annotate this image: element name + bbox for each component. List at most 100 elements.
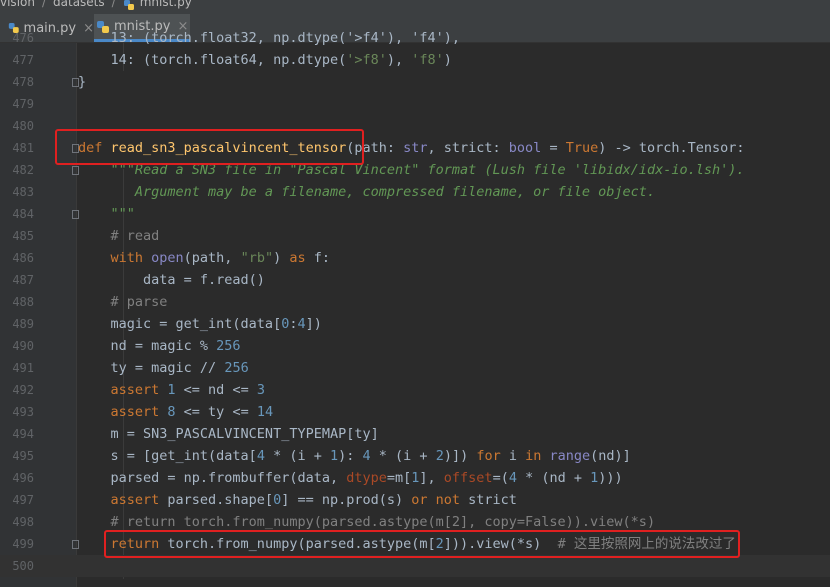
- code-token: ])).view(*s): [443, 536, 558, 552]
- line-number: 480: [12, 119, 34, 133]
- line-number: 492: [12, 383, 34, 397]
- breadcrumb-item-file[interactable]: mnist.py: [123, 0, 192, 10]
- code-token: nd = magic %: [78, 338, 217, 354]
- line-number: 494: [12, 427, 34, 441]
- code-token: ): [273, 250, 290, 266]
- code-token: True: [565, 140, 599, 156]
- code-token: open: [151, 250, 184, 266]
- code-line[interactable]: def read_sn3_pascalvincent_tensor(path: …: [78, 137, 745, 159]
- code-token: ] == np.prod(s): [281, 492, 412, 508]
- line-number: 491: [12, 361, 34, 375]
- code-line[interactable]: assert 8 <= ty <= 14: [78, 401, 274, 423]
- code-token: # read: [78, 228, 160, 244]
- code-token: with: [78, 250, 152, 266]
- code-line[interactable]: nd = magic % 256: [78, 335, 241, 357]
- line-number: 497: [12, 493, 34, 507]
- code-token: 14: (torch.float64, np.dtype(: [78, 52, 347, 68]
- code-token: 4: [508, 470, 517, 486]
- line-number: 499: [12, 537, 34, 551]
- code-line[interactable]: Argument may be a filename, compressed f…: [78, 181, 655, 203]
- line-number: 500: [12, 559, 34, 573]
- line-number: 487: [12, 273, 34, 287]
- code-token: ],: [419, 470, 444, 486]
- line-number: 489: [12, 317, 34, 331]
- code-token: ]): [305, 316, 322, 332]
- code-token: 'f8': [411, 52, 444, 68]
- code-token: 1: [167, 382, 176, 398]
- code-token: * (i +: [264, 448, 330, 464]
- breadcrumb-item-vision[interactable]: vision: [0, 0, 35, 8]
- line-number: 488: [12, 295, 34, 309]
- code-token: """Read a SN3 file in "Pascal Vincent" f…: [78, 162, 745, 178]
- code-line[interactable]: parsed = np.frombuffer(data, dtype=m[1],…: [78, 467, 623, 489]
- breadcrumb-file-label: mnist.py: [139, 0, 192, 9]
- code-token: dtype: [346, 470, 387, 486]
- code-token: s = [get_int(data[: [78, 448, 257, 464]
- code-line[interactable]: """: [78, 203, 135, 225]
- code-line[interactable]: s = [get_int(data[4 * (i + 1): 4 * (i + …: [78, 445, 631, 467]
- code-token: parsed = np.frombuffer(data,: [78, 470, 347, 486]
- code-token: <= nd <=: [175, 382, 257, 398]
- breadcrumb-item-datasets[interactable]: datasets: [53, 0, 105, 8]
- code-token: ) -> torch.Tensor:: [598, 140, 745, 156]
- code-line[interactable]: 13: (torch.float32, np.dtype('>f4'), 'f4…: [78, 27, 461, 49]
- line-number: 490: [12, 339, 34, 353]
- line-number: 485: [12, 229, 34, 243]
- code-token: offset: [443, 470, 493, 486]
- code-line[interactable]: data = f.read(): [78, 269, 265, 291]
- line-number: 479: [12, 97, 34, 111]
- code-token: 4: [297, 316, 306, 332]
- line-number: 493: [12, 405, 34, 419]
- code-token: # return torch.from_numpy(parsed.astype(…: [78, 514, 656, 530]
- code-line[interactable]: assert parsed.shape[0] == np.prod(s) or …: [78, 489, 517, 511]
- code-line[interactable]: magic = get_int(data[0:4]): [78, 313, 322, 335]
- code-token: return: [78, 536, 168, 552]
- code-token: (path,: [183, 250, 241, 266]
- code-line[interactable]: 14: (torch.float64, np.dtype('>f8'), 'f8…: [78, 49, 452, 71]
- code-token: <= ty <=: [175, 404, 257, 420]
- line-number: 496: [12, 471, 34, 485]
- code-line[interactable]: assert 1 <= nd <= 3: [78, 379, 265, 401]
- code-line[interactable]: # return torch.from_numpy(parsed.astype(…: [78, 511, 656, 533]
- code-token: (path:: [346, 140, 404, 156]
- breadcrumb: vision / datasets / mnist.py: [0, 0, 830, 14]
- code-line[interactable]: }: [78, 71, 86, 93]
- breadcrumb-separator: /: [41, 0, 47, 9]
- code-token: =m[: [386, 470, 412, 486]
- code-token: m = SN3_PASCALVINCENT_TYPEMAP[ty]: [78, 426, 379, 442]
- code-line[interactable]: with open(path, "rb") as f:: [78, 247, 331, 269]
- code-token: 13: (torch.float32, np.dtype('>f4'), 'f4…: [78, 30, 461, 46]
- code-token: or not: [411, 492, 469, 508]
- code-token: ),: [386, 52, 412, 68]
- code-token: as: [289, 250, 314, 266]
- code-token: }: [78, 74, 87, 90]
- code-token: assert: [78, 382, 168, 398]
- code-token: """: [78, 206, 135, 222]
- code-line[interactable]: """Read a SN3 file in "Pascal Vincent" f…: [78, 159, 745, 181]
- line-number: 498: [12, 515, 34, 529]
- code-token: (nd)]: [590, 448, 631, 464]
- line-number: 495: [12, 449, 34, 463]
- code-token: data = f.read(): [78, 272, 265, 288]
- code-token: =: [541, 140, 566, 156]
- code-token: assert: [78, 404, 168, 420]
- code-token: 4: [362, 448, 371, 464]
- code-token: str: [403, 140, 428, 156]
- code-token: ty = magic //: [78, 360, 225, 376]
- code-token: 256: [216, 338, 241, 354]
- line-number: 484: [12, 207, 34, 221]
- code-token: * (i +: [370, 448, 436, 464]
- code-token: f:: [313, 250, 331, 266]
- code-line[interactable]: return torch.from_numpy(parsed.astype(m[…: [78, 533, 736, 555]
- code-token: 这里按照网上的说法改过了: [573, 536, 736, 552]
- code-token: strict: [468, 492, 517, 508]
- code-line[interactable]: # read: [78, 225, 160, 247]
- code-line[interactable]: # parse: [78, 291, 168, 313]
- code-line[interactable]: m = SN3_PASCALVINCENT_TYPEMAP[ty]: [78, 423, 379, 445]
- python-file-icon: [123, 0, 134, 10]
- code-line[interactable]: ty = magic // 256: [78, 357, 249, 379]
- current-line-highlight: [0, 555, 830, 577]
- code-token: )]): [443, 448, 477, 464]
- code-token: parsed.shape[: [167, 492, 274, 508]
- line-number: 476: [12, 31, 34, 45]
